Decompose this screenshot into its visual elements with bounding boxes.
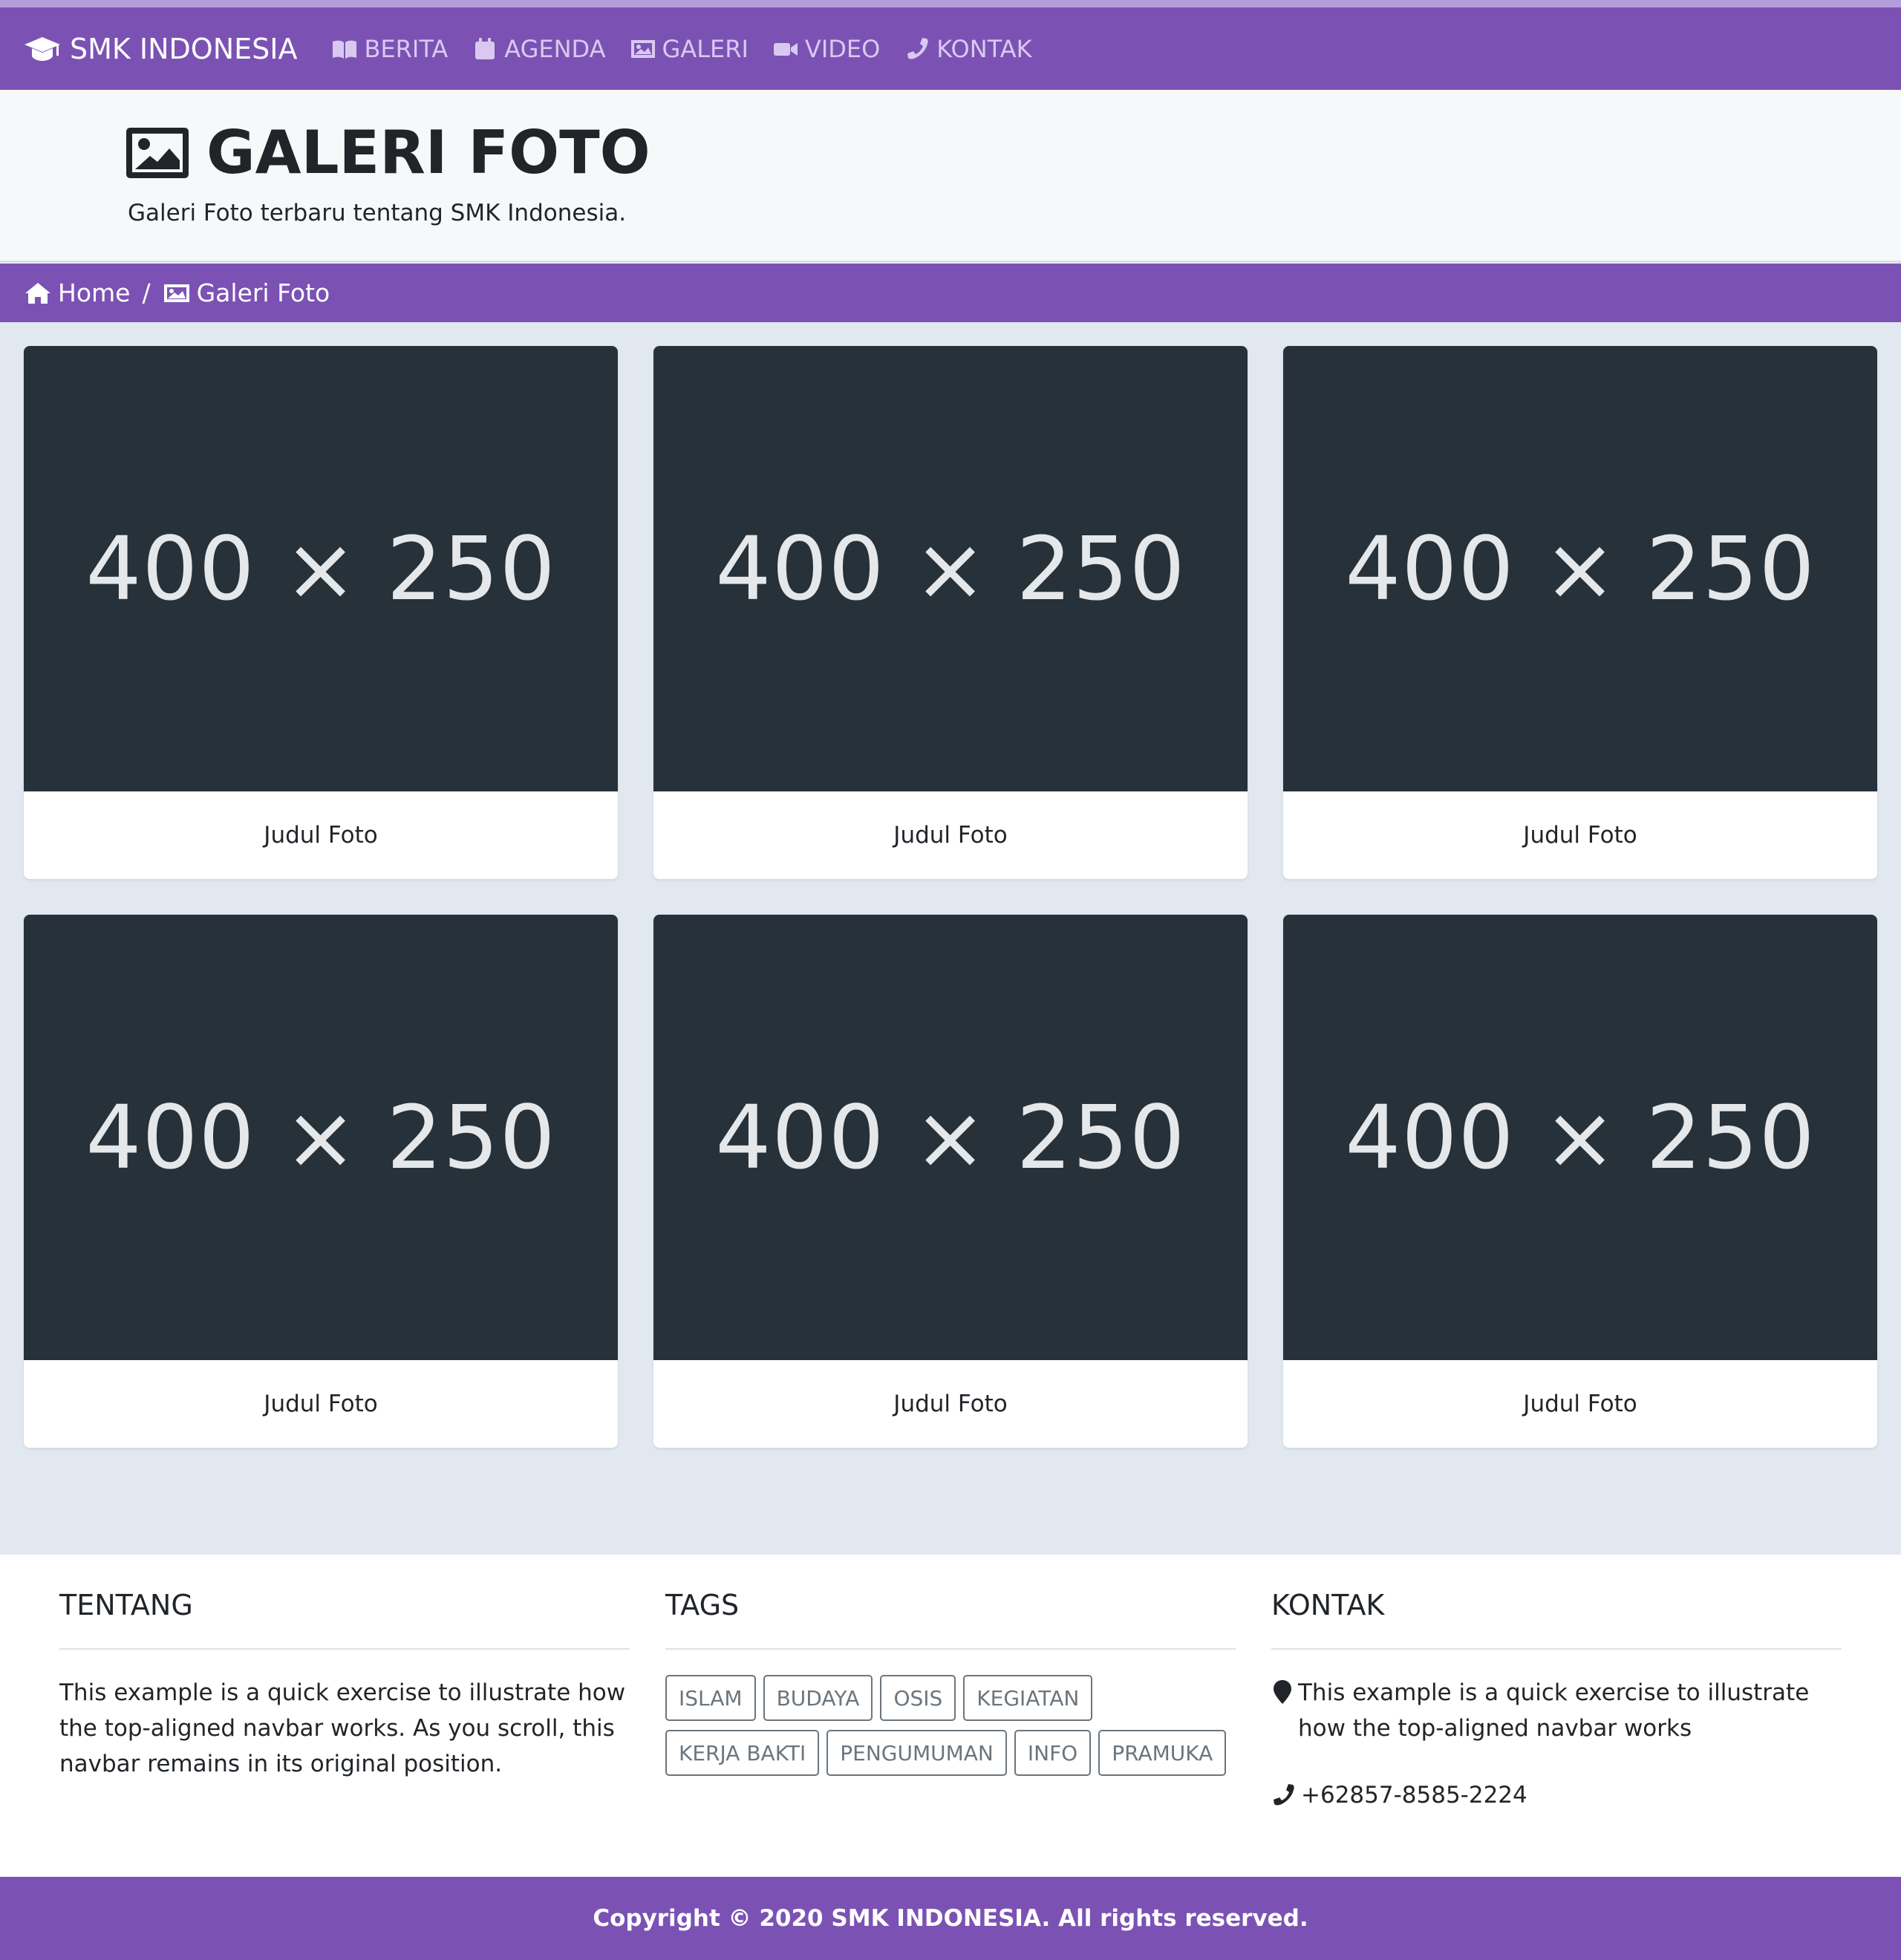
nav-item-video[interactable]: VIDEO <box>772 35 880 63</box>
tag-kegiatan[interactable]: KEGIATAN <box>963 1675 1093 1721</box>
breadcrumb-home[interactable]: Home <box>24 278 130 307</box>
contact-phone: +62857-8585-2224 <box>1271 1782 1842 1809</box>
page-title-text: GALERI FOTO <box>206 118 650 187</box>
copyright-text: Copyright © 2020 SMK INDONESIA. All righ… <box>593 1905 1308 1932</box>
footer: TENTANG This example is a quick exercise… <box>0 1555 1901 1877</box>
tag-kerja-bakti[interactable]: KERJA BAKTI <box>665 1730 820 1776</box>
footer-kontak-title: KONTAK <box>1271 1589 1842 1650</box>
video-camera-icon <box>773 42 798 56</box>
nav-item-label: KONTAK <box>936 34 1032 63</box>
page-header: GALERI FOTO Galeri Foto terbaru tentang … <box>0 90 1901 262</box>
nav-item-galeri[interactable]: GALERI <box>630 35 749 63</box>
photo-placeholder[interactable]: 400 × 250 <box>24 915 618 1360</box>
footer-tentang: TENTANG This example is a quick exercise… <box>59 1589 630 1782</box>
photo-placeholder[interactable]: 400 × 250 <box>1283 915 1877 1360</box>
footer-tentang-text: This example is a quick exercise to illu… <box>59 1679 626 1777</box>
phone-icon <box>907 37 928 59</box>
photo-caption: Judul Foto <box>264 1391 378 1417</box>
book-icon <box>333 40 357 59</box>
photo-placeholder[interactable]: 400 × 250 <box>653 346 1248 791</box>
nav-item-label: AGENDA <box>504 34 606 63</box>
tag-info[interactable]: INFO <box>1014 1730 1092 1776</box>
breadcrumb: Home / Galeri Foto <box>0 264 1901 322</box>
tag-budaya[interactable]: BUDAYA <box>763 1675 873 1721</box>
nav-item-agenda[interactable]: AGENDA <box>472 34 606 63</box>
brand-link[interactable]: SMK INDONESIA <box>24 33 297 65</box>
footer-kontak: KONTAK This example is a quick exercise … <box>1271 1589 1842 1809</box>
footer-tags-title: TAGS <box>665 1589 1236 1650</box>
home-icon <box>25 282 50 304</box>
nav-item-kontak[interactable]: KONTAK <box>904 34 1032 63</box>
top-accent-strip <box>0 0 1901 7</box>
photo-caption: Judul Foto <box>1523 822 1637 849</box>
image-icon <box>126 127 189 178</box>
tag-islam[interactable]: ISLAM <box>665 1675 756 1721</box>
footer-tentang-title: TENTANG <box>59 1589 630 1650</box>
page-subtitle: Galeri Foto terbaru tentang SMK Indonesi… <box>128 200 627 226</box>
photo-caption: Judul Foto <box>893 1391 1008 1417</box>
tag-list: ISLAM BUDAYA OSIS KEGIATAN KERJA BAKTI P… <box>665 1675 1236 1776</box>
breadcrumb-home-label: Home <box>58 278 131 307</box>
photo-caption: Judul Foto <box>1523 1391 1637 1417</box>
footer-tags: TAGS ISLAM BUDAYA OSIS KEGIATAN KERJA BA… <box>665 1589 1236 1776</box>
photo-placeholder[interactable]: 400 × 250 <box>24 346 618 791</box>
photo-placeholder[interactable]: 400 × 250 <box>653 915 1248 1360</box>
gallery-card[interactable]: 400 × 250 Judul Foto <box>1283 346 1877 879</box>
contact-address: This example is a quick exercise to illu… <box>1271 1675 1842 1746</box>
tag-osis[interactable]: OSIS <box>880 1675 956 1721</box>
copyright-bar: Copyright © 2020 SMK INDONESIA. All righ… <box>0 1877 1901 1960</box>
nav-item-label: GALERI <box>662 34 749 63</box>
nav-item-label: BERITA <box>364 34 449 63</box>
contact-address-text: This example is a quick exercise to illu… <box>1298 1679 1810 1742</box>
gallery-card[interactable]: 400 × 250 Judul Foto <box>653 915 1248 1448</box>
map-marker-icon <box>1274 1680 1291 1704</box>
photo-placeholder[interactable]: 400 × 250 <box>1283 346 1877 791</box>
tag-pengumuman[interactable]: PENGUMUMAN <box>826 1730 1007 1776</box>
tag-pramuka[interactable]: PRAMUKA <box>1098 1730 1227 1776</box>
phone-icon <box>1274 1784 1294 1806</box>
nav-item-label: VIDEO <box>804 34 881 63</box>
image-icon <box>163 284 189 302</box>
breadcrumb-separator: / <box>142 278 151 307</box>
photo-caption: Judul Foto <box>264 822 378 849</box>
gallery-card[interactable]: 400 × 250 Judul Foto <box>653 346 1248 879</box>
brand-label: SMK INDONESIA <box>70 32 298 65</box>
photo-caption: Judul Foto <box>893 822 1008 849</box>
graduation-cap-icon <box>25 36 60 61</box>
calendar-icon <box>475 37 495 59</box>
nav-item-berita[interactable]: BERITA <box>331 35 448 63</box>
image-icon <box>630 39 655 58</box>
gallery-card[interactable]: 400 × 250 Judul Foto <box>24 346 618 879</box>
breadcrumb-current: Galeri Foto <box>163 278 330 307</box>
breadcrumb-current-label: Galeri Foto <box>196 278 330 307</box>
contact-phone-text: +62857-8585-2224 <box>1301 1782 1527 1809</box>
gallery-grid: 400 × 250 Judul Foto 400 × 250 Judul Fot… <box>24 346 1877 1448</box>
page-title: GALERI FOTO <box>126 118 650 187</box>
gallery-card[interactable]: 400 × 250 Judul Foto <box>1283 915 1877 1448</box>
gallery-card[interactable]: 400 × 250 Judul Foto <box>24 915 618 1448</box>
navbar: SMK INDONESIA BERITA AGENDA GALERI VIDEO… <box>0 7 1901 90</box>
